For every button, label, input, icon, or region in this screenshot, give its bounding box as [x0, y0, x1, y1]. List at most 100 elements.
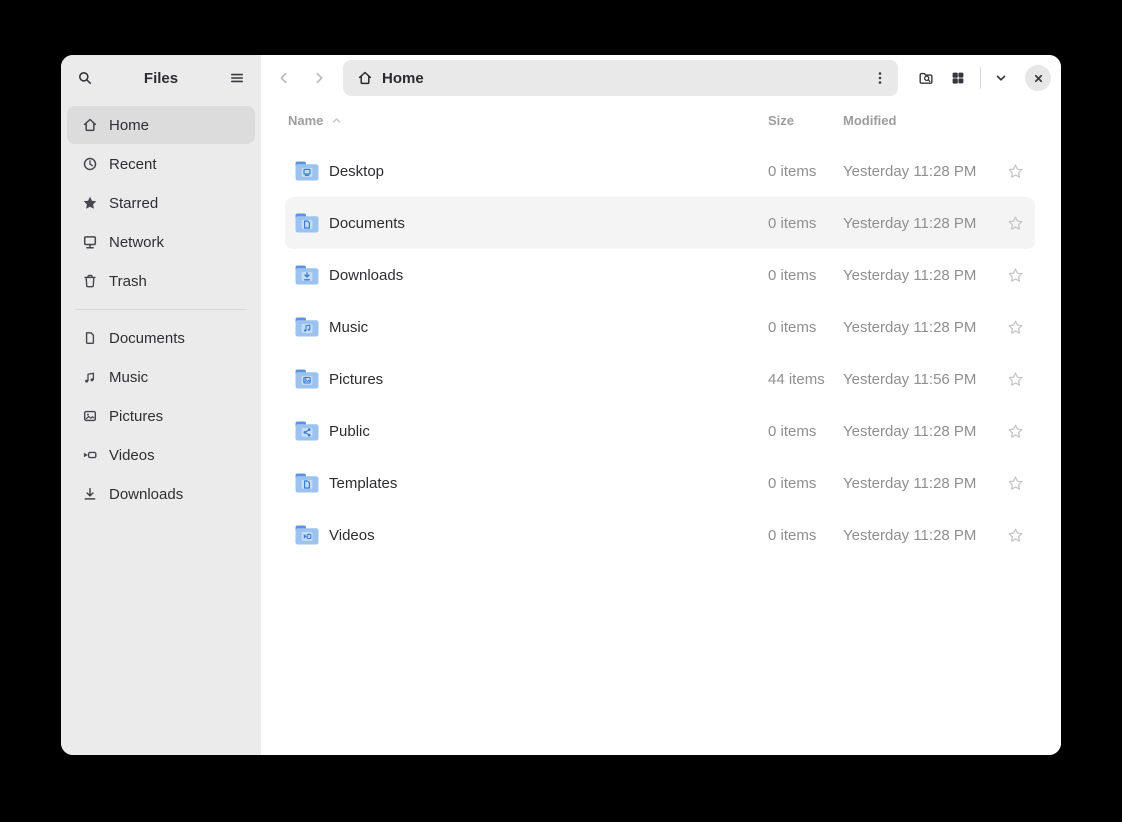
- file-size: 0 items: [768, 527, 843, 544]
- sidebar-divider: [75, 309, 247, 310]
- column-header-name[interactable]: Name: [285, 113, 768, 128]
- hamburger-icon: [229, 70, 245, 86]
- star-outline-icon: [1007, 371, 1024, 388]
- star-button[interactable]: [1001, 520, 1031, 550]
- file-size: 0 items: [768, 423, 843, 440]
- table-row-downloads[interactable]: Downloads 0 items Yesterday 11:28 PM: [285, 249, 1035, 301]
- pictures-icon: [82, 408, 98, 424]
- files-window: Files Home Recent Starred Network Trash …: [61, 55, 1061, 755]
- folder-icon: [294, 264, 320, 286]
- star-outline-icon: [1007, 423, 1024, 440]
- kebab-menu-icon: [872, 70, 888, 86]
- search-icon: [77, 70, 93, 86]
- sidebar-item-starred[interactable]: Starred: [67, 184, 255, 222]
- sidebar-item-videos[interactable]: Videos: [67, 436, 255, 474]
- sidebar-item-documents[interactable]: Documents: [67, 319, 255, 357]
- star-button[interactable]: [1001, 156, 1031, 186]
- main-pane: Home Name: [261, 55, 1061, 755]
- search-button[interactable]: [69, 62, 101, 94]
- app-title: Files: [144, 70, 178, 87]
- file-size: 0 items: [768, 215, 843, 232]
- documents-icon: [82, 330, 98, 346]
- folder-icon: [294, 368, 320, 390]
- table-row-documents[interactable]: Documents 0 items Yesterday 11:28 PM: [285, 197, 1035, 249]
- recent-icon: [82, 156, 98, 172]
- folder-icon: [294, 160, 320, 182]
- sidebar-item-home[interactable]: Home: [67, 106, 255, 144]
- star-button[interactable]: [1001, 364, 1031, 394]
- sidebar-item-music[interactable]: Music: [67, 358, 255, 396]
- folder-icon: [294, 524, 320, 546]
- folder-icon: [294, 316, 320, 338]
- videos-icon: [82, 447, 98, 463]
- file-modified: Yesterday 11:28 PM: [843, 423, 996, 440]
- star-outline-icon: [1007, 527, 1024, 544]
- home-icon: [82, 117, 98, 133]
- file-name: Music: [329, 319, 368, 336]
- file-modified: Yesterday 11:28 PM: [843, 475, 996, 492]
- folder-icon: [294, 420, 320, 442]
- file-modified: Yesterday 11:28 PM: [843, 527, 996, 544]
- file-size: 0 items: [768, 267, 843, 284]
- file-name: Downloads: [329, 267, 403, 284]
- file-name: Videos: [329, 527, 375, 544]
- table-row-public[interactable]: Public 0 items Yesterday 11:28 PM: [285, 405, 1035, 457]
- back-button[interactable]: [268, 62, 300, 94]
- sidebar-item-trash[interactable]: Trash: [67, 262, 255, 300]
- table-row-music[interactable]: Music 0 items Yesterday 11:28 PM: [285, 301, 1035, 353]
- view-toggle-button[interactable]: [942, 62, 974, 94]
- file-size: 0 items: [768, 319, 843, 336]
- star-button[interactable]: [1001, 416, 1031, 446]
- star-outline-icon: [1007, 475, 1024, 492]
- column-header-modified[interactable]: Modified: [843, 113, 996, 128]
- table-row-desktop[interactable]: Desktop 0 items Yesterday 11:28 PM: [285, 145, 1035, 197]
- sidebar-item-recent[interactable]: Recent: [67, 145, 255, 183]
- file-name: Public: [329, 423, 370, 440]
- folder-icon: [294, 212, 320, 234]
- file-name: Templates: [329, 475, 397, 492]
- table-row-pictures[interactable]: Pictures 44 items Yesterday 11:56 PM: [285, 353, 1035, 405]
- star-button[interactable]: [1001, 208, 1031, 238]
- sidebar-item-downloads[interactable]: Downloads: [67, 475, 255, 513]
- star-button[interactable]: [1001, 468, 1031, 498]
- close-window-button[interactable]: [1025, 65, 1051, 91]
- music-icon: [82, 369, 98, 385]
- forward-button[interactable]: [303, 62, 335, 94]
- file-modified: Yesterday 11:28 PM: [843, 163, 996, 180]
- table-row-videos[interactable]: Videos 0 items Yesterday 11:28 PM: [285, 509, 1035, 561]
- star-button[interactable]: [1001, 260, 1031, 290]
- star-outline-icon: [1007, 267, 1024, 284]
- file-name: Desktop: [329, 163, 384, 180]
- table-row-templates[interactable]: Templates 0 items Yesterday 11:28 PM: [285, 457, 1035, 509]
- star-outline-icon: [1007, 163, 1024, 180]
- sidebar: Files Home Recent Starred Network Trash …: [61, 55, 261, 755]
- caret-up-icon: [330, 114, 343, 127]
- column-header-size[interactable]: Size: [768, 113, 843, 128]
- file-size: 44 items: [768, 371, 843, 388]
- sidebar-item-network[interactable]: Network: [67, 223, 255, 261]
- star-button[interactable]: [1001, 312, 1031, 342]
- sidebar-item-pictures[interactable]: Pictures: [67, 397, 255, 435]
- path-bar[interactable]: Home: [343, 60, 898, 96]
- sidebar-header: Files: [61, 55, 261, 101]
- downloads-icon: [82, 486, 98, 502]
- view-options-button[interactable]: [987, 62, 1015, 94]
- file-list: Desktop 0 items Yesterday 11:28 PM Docum…: [261, 133, 1061, 561]
- file-modified: Yesterday 11:28 PM: [843, 319, 996, 336]
- file-size: 0 items: [768, 475, 843, 492]
- star-outline-icon: [1007, 215, 1024, 232]
- file-modified: Yesterday 11:28 PM: [843, 215, 996, 232]
- chevron-left-icon: [276, 70, 292, 86]
- location-menu-button[interactable]: [865, 63, 895, 93]
- star-outline-icon: [1007, 319, 1024, 336]
- header-bar: Home: [261, 55, 1061, 101]
- file-name: Pictures: [329, 371, 383, 388]
- file-modified: Yesterday 11:56 PM: [843, 371, 996, 388]
- list-column-headers: Name Size Modified: [261, 101, 1061, 133]
- chevron-down-icon: [993, 70, 1009, 86]
- main-menu-button[interactable]: [221, 62, 253, 94]
- file-name: Documents: [329, 215, 405, 232]
- search-location-button[interactable]: [910, 62, 942, 94]
- header-separator: [980, 67, 981, 89]
- grid-view-icon: [950, 70, 966, 86]
